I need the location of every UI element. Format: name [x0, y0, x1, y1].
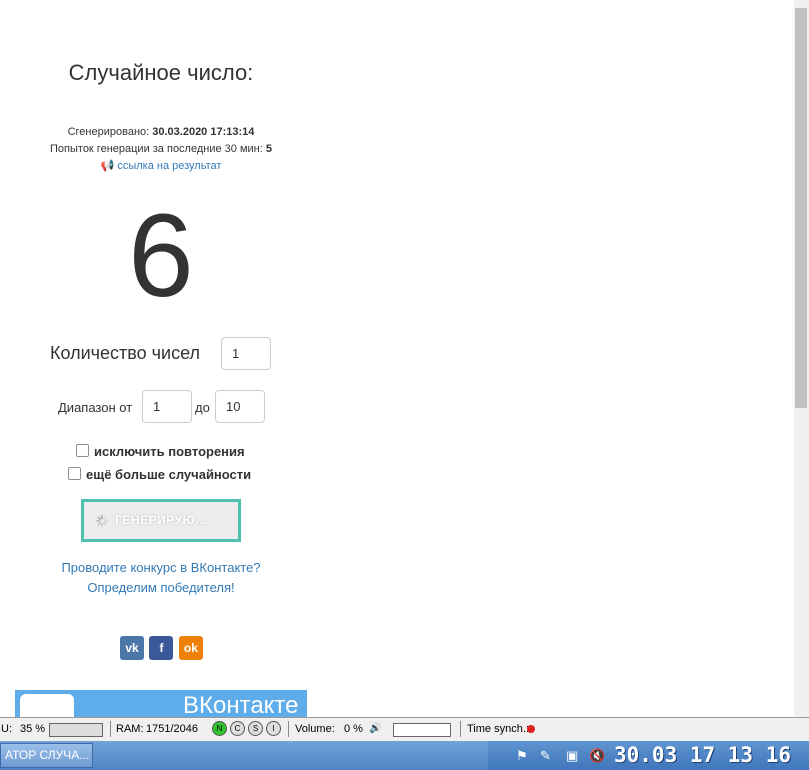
- more-random-option[interactable]: ещё больше случайности: [68, 467, 251, 482]
- result-link[interactable]: 📢 ссылка на результат: [101, 160, 222, 172]
- exclude-repeats-option[interactable]: исключить повторения: [76, 444, 245, 459]
- mode-s-indicator[interactable]: S: [248, 721, 263, 736]
- attempts-label: Попыток генерации за последние 30 мин:: [50, 143, 263, 155]
- more-random-label: ещё больше случайности: [86, 467, 252, 482]
- count-input[interactable]: [221, 337, 271, 370]
- megaphone-icon: 📢: [100, 160, 115, 172]
- count-label: Количество чисел: [50, 343, 201, 363]
- generated-info: Сгенерировано: 30.03.2020 17:13:14: [0, 124, 322, 141]
- generated-value: 30.03.2020 17:13:14: [152, 126, 255, 138]
- mode-c-indicator[interactable]: C: [230, 721, 245, 736]
- vk-banner[interactable]: ВКонтакте: [15, 690, 307, 717]
- range-from-input[interactable]: [142, 390, 192, 423]
- generation-meta: Сгенерировано: 30.03.2020 17:13:14 Попыт…: [0, 124, 322, 175]
- facebook-share-icon[interactable]: f: [149, 636, 174, 660]
- sync-status-icon: [527, 725, 535, 733]
- mode-i-indicator[interactable]: I: [266, 721, 281, 736]
- vertical-scrollbar[interactable]: [794, 0, 809, 717]
- cpu-value: 35 %: [20, 723, 46, 735]
- network-icon[interactable]: ▣: [566, 748, 578, 764]
- page-title: Случайное число:: [68, 60, 254, 85]
- range-to-label: до: [195, 400, 210, 415]
- range-to-input[interactable]: [215, 390, 265, 423]
- result-link-label: ссылка на результат: [117, 160, 222, 172]
- system-monitor-bar: U: 35 % RAM: 1751/2046 N C S I Volume: 0…: [0, 717, 809, 741]
- volume-label: Volume:: [295, 723, 335, 735]
- odnoklassniki-share-icon[interactable]: ok: [178, 636, 203, 660]
- generate-button[interactable]: ГЕНЕРИРУЮ...: [81, 499, 241, 542]
- ram-value: 1751/2046: [146, 723, 198, 735]
- separator: [110, 721, 111, 737]
- contest-link-line2[interactable]: Определим победителя!: [87, 580, 234, 595]
- vk-banner-text: ВКонтакте: [183, 692, 299, 717]
- generated-label: Сгенерировано:: [67, 126, 150, 138]
- mode-n-indicator[interactable]: N: [212, 721, 227, 736]
- taskbar-clock[interactable]: 30.03 17 13 16: [614, 743, 791, 767]
- separator: [460, 721, 461, 737]
- ram-label: RAM:: [116, 723, 144, 735]
- attempts-value: 5: [265, 143, 272, 155]
- volume-muted-icon[interactable]: 🔇: [589, 748, 605, 764]
- volume-slider[interactable]: [393, 723, 451, 737]
- taskbar: АТОР СЛУЧА... ⚑ ✎ ▣ 🔇 30.03 17 13 16: [0, 741, 809, 770]
- vk-logo-icon: [20, 694, 74, 717]
- range-from-label: Диапазон от: [58, 400, 133, 415]
- separator: [288, 721, 289, 737]
- generate-button-label: ГЕНЕРИРУЮ...: [115, 513, 207, 527]
- page-content: Случайное число: Сгенерировано: 30.03.20…: [0, 0, 794, 717]
- flag-icon[interactable]: ⚑: [516, 748, 528, 764]
- scrollbar-thumb[interactable]: [795, 8, 807, 408]
- cpu-label: U:: [1, 723, 12, 735]
- more-random-checkbox[interactable]: [68, 467, 81, 480]
- speaker-icon[interactable]: 🔊: [369, 723, 381, 734]
- exclude-repeats-checkbox[interactable]: [76, 444, 89, 457]
- cpu-graph: [49, 723, 103, 737]
- vk-share-icon[interactable]: vk: [120, 636, 144, 660]
- pen-icon[interactable]: ✎: [540, 748, 551, 764]
- result-number: 6: [128, 190, 194, 322]
- volume-value: 0 %: [344, 723, 363, 735]
- exclude-repeats-label: исключить повторения: [94, 444, 245, 459]
- attempts-info: Попыток генерации за последние 30 мин: 5: [0, 141, 322, 158]
- taskbar-window-button[interactable]: АТОР СЛУЧА...: [0, 743, 93, 768]
- contest-link-line1[interactable]: Проводите конкурс в ВКонтакте?: [61, 560, 260, 575]
- spinner-icon: [96, 515, 108, 527]
- contest-promo: Проводите конкурс в ВКонтакте? Определим…: [0, 558, 322, 598]
- time-synch-label: Time synch.:: [467, 723, 529, 735]
- social-share-buttons: vk f ok: [120, 636, 204, 660]
